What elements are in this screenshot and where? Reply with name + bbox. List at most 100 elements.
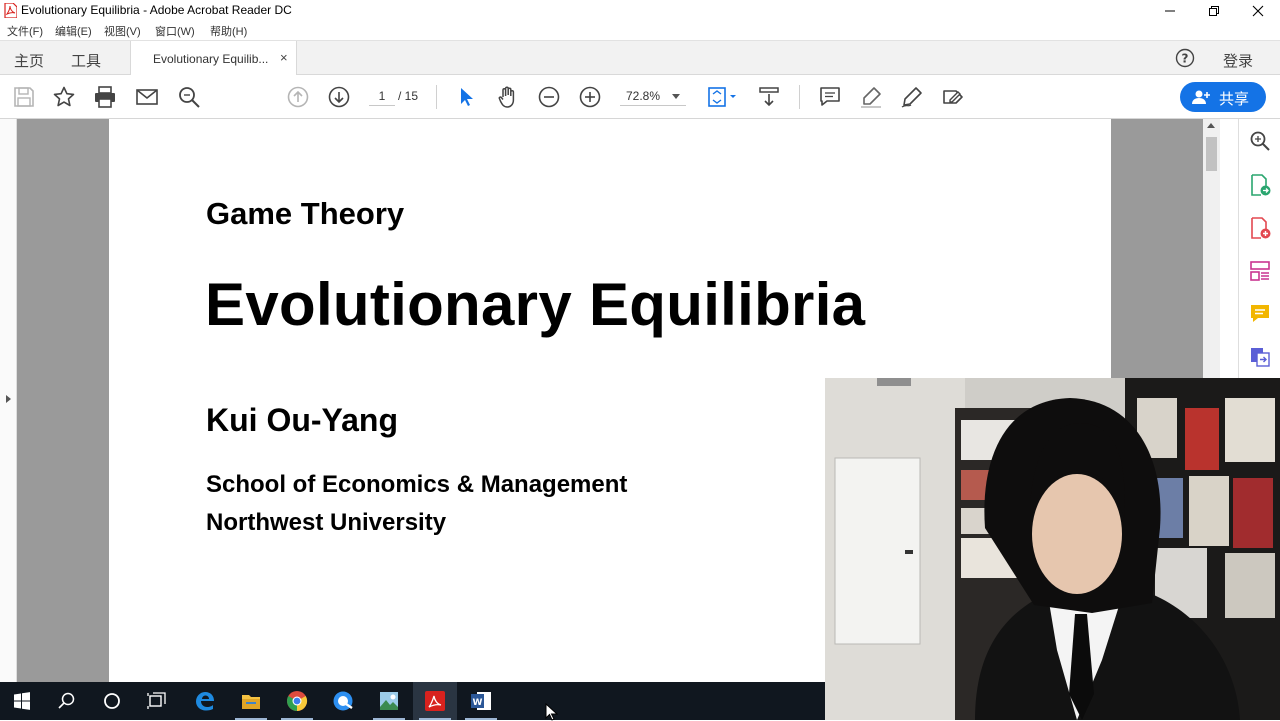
chevron-down-icon (672, 94, 680, 99)
search-icon (58, 692, 75, 709)
presenter-video-image (825, 378, 1280, 720)
task-view-icon (147, 692, 166, 709)
restore-icon (1209, 6, 1219, 16)
affiliation-school: School of Economics & Management (206, 471, 628, 498)
next-page-button[interactable] (327, 85, 351, 109)
toolbar-divider (436, 85, 437, 109)
affiliation-university: Northwest University (206, 509, 447, 536)
share-button[interactable]: 共享 (1180, 82, 1266, 112)
menu-bar: 文件(F) 编辑(E) 视图(V) 窗口(W) 帮助(H) (0, 21, 1280, 40)
toolbar: 1 / 15 72.8% 共享 (0, 75, 1280, 119)
author-name: Kui Ou-Yang (206, 402, 398, 438)
draw-button[interactable] (900, 85, 924, 109)
menu-edit[interactable]: 编辑(E) (55, 23, 92, 39)
title-bar: Evolutionary Equilibria - Adobe Acrobat … (0, 0, 1280, 21)
star-icon (53, 86, 75, 107)
fill-sign-button[interactable] (941, 85, 965, 109)
taskbar-edge[interactable] (183, 682, 227, 720)
menu-help[interactable]: 帮助(H) (210, 23, 247, 39)
highlighter-icon (861, 87, 881, 108)
select-tool-button[interactable] (454, 85, 478, 109)
taskbar-acrobat[interactable] (413, 682, 457, 720)
course-title: Game Theory (206, 196, 405, 231)
qq-browser-icon (333, 691, 353, 711)
navigation-pane-toggle[interactable] (0, 119, 17, 682)
taskbar-qq-browser[interactable] (321, 682, 365, 720)
cursor-arrow-icon (461, 88, 473, 106)
word-icon: W (471, 692, 491, 710)
window-title: Evolutionary Equilibria - Adobe Acrobat … (21, 3, 292, 17)
export-pdf-icon[interactable] (1249, 174, 1271, 196)
previous-page-button[interactable] (286, 85, 310, 109)
tab-bar: 主页 工具 Evolutionary Equilib... × ? 登录 (0, 40, 1280, 76)
taskbar-word[interactable]: W (459, 682, 503, 720)
minus-circle-icon (538, 86, 560, 108)
menu-file[interactable]: 文件(F) (7, 23, 43, 39)
plus-circle-icon (579, 86, 601, 108)
search-button[interactable] (45, 682, 89, 720)
print-button[interactable] (93, 85, 117, 109)
start-button[interactable] (0, 682, 44, 720)
organize-pages-icon[interactable] (1249, 260, 1271, 282)
close-icon (1252, 5, 1264, 17)
scrollbar-thumb[interactable] (1206, 137, 1217, 171)
help-glyph: ? (1182, 52, 1189, 66)
comment-tool-icon[interactable] (1249, 303, 1271, 325)
menu-view[interactable]: 视图(V) (104, 23, 141, 39)
highlight-button[interactable] (859, 85, 883, 109)
tab-home[interactable]: 主页 (14, 50, 44, 71)
comment-button[interactable] (818, 85, 842, 109)
login-button[interactable]: 登录 (1223, 50, 1253, 71)
start-icon (14, 692, 30, 710)
picture-app-icon (380, 692, 398, 710)
current-page-input[interactable]: 1 (369, 88, 395, 106)
arrow-up-circle-icon (287, 86, 309, 108)
find-button[interactable] (177, 85, 201, 109)
email-button[interactable] (135, 85, 159, 109)
add-user-icon (1192, 90, 1210, 104)
tab-tools[interactable]: 工具 (71, 50, 101, 71)
close-window-button[interactable] (1235, 0, 1280, 21)
comment-icon (820, 87, 840, 106)
scroll-up-icon[interactable] (1207, 123, 1215, 128)
arrow-down-circle-icon (328, 86, 350, 108)
help-icon[interactable]: ? (1175, 48, 1195, 68)
create-pdf-icon[interactable] (1249, 217, 1271, 239)
hand-icon (498, 86, 515, 108)
edge-icon (196, 692, 214, 711)
scroll-mode-button[interactable] (757, 85, 781, 109)
menu-window[interactable]: 窗口(W) (155, 23, 195, 39)
page-count: / 15 (398, 89, 419, 103)
tab-close-button[interactable]: × (280, 50, 288, 65)
acrobat-icon (425, 691, 445, 711)
printer-icon (95, 86, 115, 108)
cortana-button[interactable] (90, 682, 134, 720)
taskbar-chrome[interactable] (275, 682, 319, 720)
minimize-button[interactable] (1147, 0, 1193, 21)
envelope-icon (136, 89, 158, 105)
zoom-level-select[interactable]: 72.8% (620, 88, 686, 106)
document-title: Evolutionary Equilibria (205, 271, 866, 338)
send-file-icon[interactable] (1249, 346, 1271, 368)
taskbar-file-explorer[interactable] (229, 682, 273, 720)
taskbar-picture-app[interactable] (367, 682, 411, 720)
zoom-out-button[interactable] (537, 85, 561, 109)
cortana-icon (104, 693, 120, 709)
zoom-in-button[interactable] (578, 85, 602, 109)
webcam-overlay (825, 378, 1280, 720)
pen-icon (901, 87, 922, 108)
restore-button[interactable] (1191, 0, 1237, 21)
search-icon (179, 87, 200, 108)
chrome-icon (287, 691, 308, 712)
zoom-search-icon[interactable] (1249, 130, 1271, 152)
task-view-button[interactable] (135, 682, 179, 720)
sign-icon (943, 90, 963, 104)
hand-tool-button[interactable] (496, 85, 520, 109)
scroll-down-icon (759, 87, 779, 107)
page-fit-button[interactable] (706, 85, 740, 109)
save-icon (14, 87, 34, 107)
save-button[interactable] (12, 85, 36, 109)
tab-document[interactable]: Evolutionary Equilib... × (130, 41, 297, 76)
tab-document-label: Evolutionary Equilib... (153, 52, 269, 66)
bookmark-button[interactable] (52, 85, 76, 109)
